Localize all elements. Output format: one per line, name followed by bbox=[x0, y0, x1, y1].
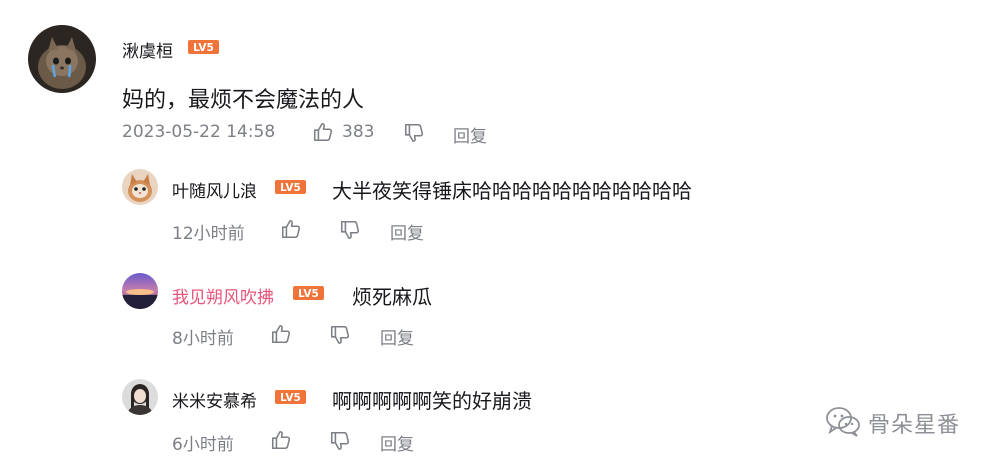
reply-text: 大半夜笑得锤床哈哈哈哈哈哈哈哈哈哈哈 bbox=[332, 179, 692, 203]
wechat-icon bbox=[824, 404, 862, 438]
level-badge-icon: LV5 bbox=[293, 286, 324, 300]
svg-text:LV5: LV5 bbox=[280, 392, 301, 404]
dislike-icon[interactable] bbox=[329, 430, 351, 452]
like-icon[interactable] bbox=[270, 323, 292, 345]
reply-button[interactable]: 回复 bbox=[380, 430, 414, 455]
username[interactable]: 米米安慕希 bbox=[172, 387, 257, 412]
avatar[interactable] bbox=[122, 379, 158, 415]
timestamp: 6小时前 bbox=[172, 435, 234, 455]
timestamp: 8小时前 bbox=[172, 329, 234, 349]
dislike-icon[interactable] bbox=[329, 324, 351, 346]
like-count: 383 bbox=[342, 122, 375, 142]
comment-thread: 湫虞桓 LV5 妈的，最烦不会魔法的人 2023-05-22 14:58 383… bbox=[0, 0, 1000, 465]
watermark-text: 骨朵星番 bbox=[868, 413, 961, 438]
like-icon[interactable] bbox=[280, 218, 302, 240]
level-badge-icon: LV5 bbox=[275, 390, 306, 404]
like-icon[interactable] bbox=[312, 121, 334, 143]
avatar[interactable] bbox=[28, 25, 96, 93]
timestamp: 12小时前 bbox=[172, 224, 245, 244]
svg-text:LV5: LV5 bbox=[193, 42, 214, 54]
username[interactable]: 湫虞桓 bbox=[122, 37, 173, 62]
reply-text: 啊啊啊啊啊笑的好崩溃 bbox=[332, 389, 532, 413]
reply-button[interactable]: 回复 bbox=[380, 324, 414, 349]
comment-text: 妈的，最烦不会魔法的人 bbox=[122, 88, 365, 113]
reply-text: 烦死麻瓜 bbox=[352, 285, 432, 309]
reply-button[interactable]: 回复 bbox=[390, 219, 424, 244]
dislike-icon[interactable] bbox=[403, 122, 425, 144]
username[interactable]: 叶随风儿浪 bbox=[172, 177, 257, 202]
avatar[interactable] bbox=[122, 273, 158, 309]
timestamp: 2023-05-22 14:58 bbox=[122, 122, 276, 142]
avatar[interactable] bbox=[122, 169, 158, 205]
like-icon[interactable] bbox=[270, 429, 292, 451]
username[interactable]: 我见朔风吹拂 bbox=[172, 283, 274, 308]
level-badge-icon: LV5 bbox=[188, 40, 219, 54]
svg-text:LV5: LV5 bbox=[280, 182, 301, 194]
reply-button[interactable]: 回复 bbox=[453, 122, 487, 147]
dislike-icon[interactable] bbox=[339, 219, 361, 241]
svg-text:LV5: LV5 bbox=[298, 288, 319, 300]
watermark: 骨朵星番 bbox=[824, 402, 984, 442]
level-badge-icon: LV5 bbox=[275, 180, 306, 194]
